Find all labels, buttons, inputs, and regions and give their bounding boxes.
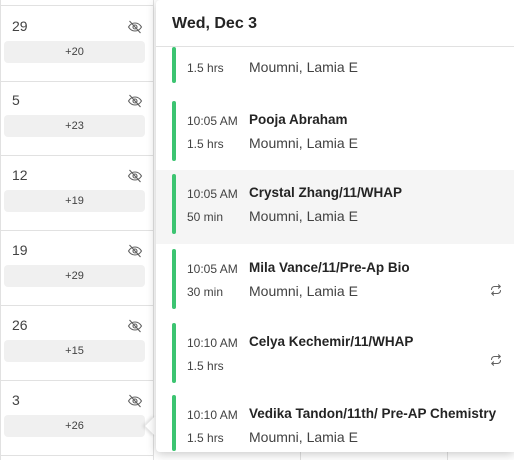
event-title: Celya Kechemir/11/WHAP [249, 334, 414, 349]
event-organizer: Moumni, Lamia E [249, 429, 358, 445]
event-color-bar [172, 174, 176, 234]
eye-off-icon[interactable] [127, 168, 143, 184]
day-cell[interactable]: 26 +15 [0, 307, 154, 381]
event-organizer: Moumni, Lamia E [249, 59, 358, 75]
event-duration: 1.5 hrs [187, 137, 224, 151]
event-organizer: Moumni, Lamia E [249, 208, 358, 224]
event-time: 10:05 AM [187, 262, 238, 276]
event-color-bar [172, 323, 176, 383]
event-item[interactable]: 10:10 AM 1.5 hrs Celya Kechemir/11/WHAP [156, 319, 514, 393]
event-item[interactable]: 10:05 AM 50 min Crystal Zhang/11/WHAP Mo… [156, 170, 514, 244]
eye-off-icon[interactable] [127, 243, 143, 259]
popup-date-title: Wed, Dec 3 [156, 0, 514, 47]
event-color-bar [172, 101, 176, 161]
repeat-icon [490, 354, 502, 366]
event-organizer: Moumni, Lamia E [249, 135, 358, 151]
day-cell[interactable]: 5 +23 [0, 82, 154, 156]
repeat-icon [490, 284, 502, 296]
more-events-button[interactable]: +19 [4, 190, 145, 212]
event-time: 10:10 AM [187, 408, 238, 422]
event-time: 10:05 AM [187, 187, 238, 201]
day-cell[interactable]: 19 +29 [0, 232, 154, 306]
eye-off-icon[interactable] [127, 93, 143, 109]
event-item[interactable]: 10:05 AM 1.5 hrs Pooja Abraham Moumni, L… [156, 97, 514, 171]
event-color-bar [172, 395, 176, 451]
event-duration: 1.5 hrs [187, 359, 224, 373]
more-events-button[interactable]: +20 [4, 41, 145, 63]
day-number: 26 [12, 317, 28, 333]
event-title: Crystal Zhang/11/WHAP [249, 185, 403, 200]
day-cell[interactable]: 12 +19 [0, 157, 154, 231]
more-events-button[interactable]: +29 [4, 265, 145, 287]
day-number: 5 [12, 92, 20, 108]
event-duration: 1.5 hrs [187, 431, 224, 445]
eye-off-icon[interactable] [127, 19, 143, 35]
event-duration: 30 min [187, 285, 224, 299]
day-events-popup: Wed, Dec 3 1.5 hrs Moumni, Lamia E 10:05… [156, 0, 514, 452]
day-number: 12 [12, 167, 28, 183]
event-time: 10:10 AM [187, 336, 238, 350]
eye-off-icon[interactable] [127, 393, 143, 409]
eye-off-icon[interactable] [127, 318, 143, 334]
event-color-bar [172, 47, 176, 83]
event-item[interactable]: 10:05 AM 30 min Mila Vance/11/Pre-Ap Bio… [156, 245, 514, 319]
grid-top-edge [0, 0, 154, 6]
event-item[interactable]: 10:10 AM 1.5 hrs Vedika Tandon/11th/ Pre… [156, 391, 514, 452]
event-organizer: Moumni, Lamia E [249, 283, 358, 299]
event-duration: 1.5 hrs [187, 61, 224, 75]
more-events-button[interactable]: +15 [4, 340, 145, 362]
day-number: 29 [12, 18, 28, 34]
event-color-bar [172, 249, 176, 309]
day-cell[interactable]: 29 +20 [0, 8, 154, 82]
more-events-button[interactable]: +26 [4, 415, 145, 437]
event-title: Vedika Tandon/11th/ Pre-AP Chemistry [249, 406, 497, 421]
more-events-button[interactable]: +23 [4, 115, 145, 137]
event-title: Pooja Abraham [249, 112, 348, 127]
day-number: 19 [12, 242, 28, 258]
day-number: 3 [12, 392, 20, 408]
event-title: Mila Vance/11/Pre-Ap Bio [249, 260, 410, 275]
event-duration: 50 min [187, 210, 224, 224]
event-time: 10:05 AM [187, 114, 238, 128]
day-cell[interactable]: 3 +26 [0, 382, 154, 456]
